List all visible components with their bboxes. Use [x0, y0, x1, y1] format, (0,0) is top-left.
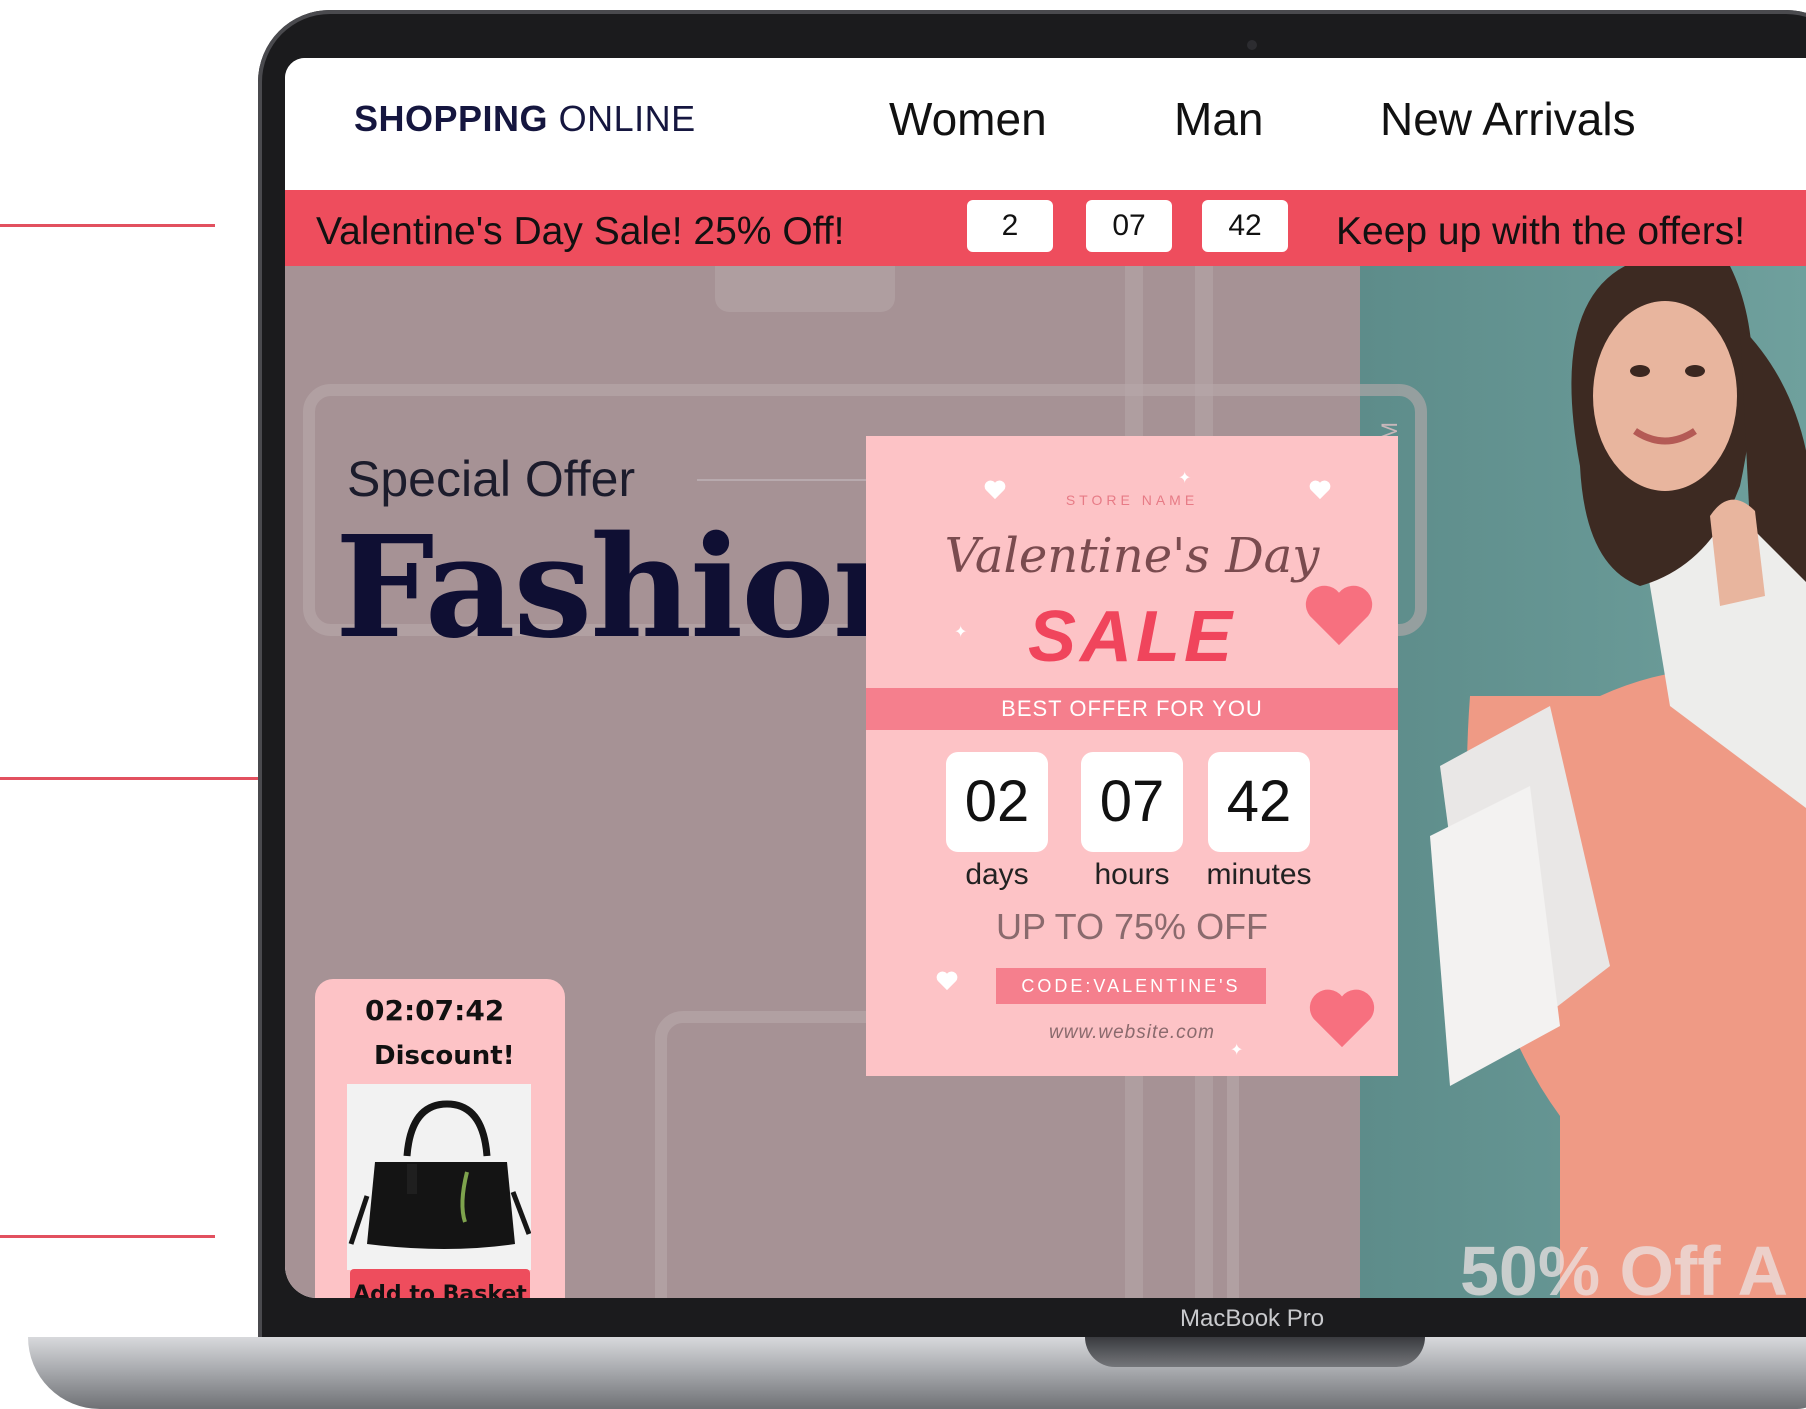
discount-text: UP TO 75% OFF [995, 906, 1269, 947]
sparkle-icon: ✦ [1178, 470, 1192, 487]
callout-line-bottom [0, 1235, 215, 1238]
screen: SHOPPING ONLINE Women Man New Arrivals V… [285, 58, 1806, 1298]
decor-bar [715, 266, 895, 312]
site-logo[interactable]: SHOPPING ONLINE [354, 98, 696, 140]
hero-banner: Special Offer Fashion LOREM IPSUM 50% Of… [285, 266, 1806, 1298]
timer-days-label: days [965, 858, 1029, 891]
promo-sale-text: Valentine's Day Sale! 25% Off! [316, 210, 845, 253]
logo-bold-text: SHOPPING [354, 98, 549, 139]
valentine-sale-card: ✦ ✦ ✦ STORE NAME Valentine's Day SALE BE… [866, 436, 1398, 1076]
nav-link-new-arrivals[interactable]: New Arrivals [1380, 92, 1636, 146]
timer-hours-value: 07 [1081, 752, 1183, 852]
heart-icon [936, 971, 958, 991]
callout-line-top [0, 224, 215, 227]
promo-countdown-minutes: 42 [1202, 200, 1288, 252]
special-offer-label: Special Offer [347, 451, 636, 507]
sale-title: SALE [1027, 597, 1237, 677]
timer-days-value: 02 [946, 752, 1048, 852]
timer-hours-label: hours [1094, 858, 1170, 891]
device-label: MacBook Pro [1180, 1305, 1325, 1332]
timer-minutes-label: minutes [1206, 858, 1312, 891]
discount-widget: 02:07:42 Discount! Add to Basket [315, 979, 565, 1298]
timer-minutes-value: 42 [1208, 752, 1310, 852]
top-nav: SHOPPING ONLINE Women Man New Arrivals [285, 58, 1806, 190]
logo-rest-text: ONLINE [558, 98, 696, 139]
promo-offers-text[interactable]: Keep up with the offers! [1336, 210, 1745, 254]
best-offer-banner: BEST OFFER FOR YOU [866, 688, 1398, 730]
model-photo [1430, 266, 1806, 1298]
nav-link-man[interactable]: Man [1174, 92, 1263, 146]
promo-bar: Valentine's Day Sale! 25% Off! 2 07 42 K… [285, 190, 1806, 266]
nav-link-women[interactable]: Women [889, 92, 1047, 146]
handbag-image[interactable] [347, 1084, 531, 1270]
promo-countdown-hours: 07 [1086, 200, 1172, 252]
discount-label: Discount! [374, 1041, 515, 1071]
store-name: STORE NAME [1065, 492, 1199, 508]
hero-title: Fashion [335, 506, 934, 670]
hero-offer-text: 50% Off A [1460, 1232, 1789, 1298]
add-to-basket-button[interactable]: Add to Basket [350, 1269, 530, 1298]
website-link[interactable]: www.website.com [866, 1022, 1398, 1044]
promo-code[interactable]: CODE:VALENTINE'S [996, 968, 1266, 1004]
laptop-base [28, 1337, 1806, 1409]
valentine-title: Valentine's Day [944, 528, 1320, 584]
laptop-hinge [1085, 1337, 1425, 1367]
discount-timer: 02:07:42 [365, 994, 505, 1027]
camera-icon [1247, 40, 1257, 50]
promo-countdown-days: 2 [967, 200, 1053, 252]
